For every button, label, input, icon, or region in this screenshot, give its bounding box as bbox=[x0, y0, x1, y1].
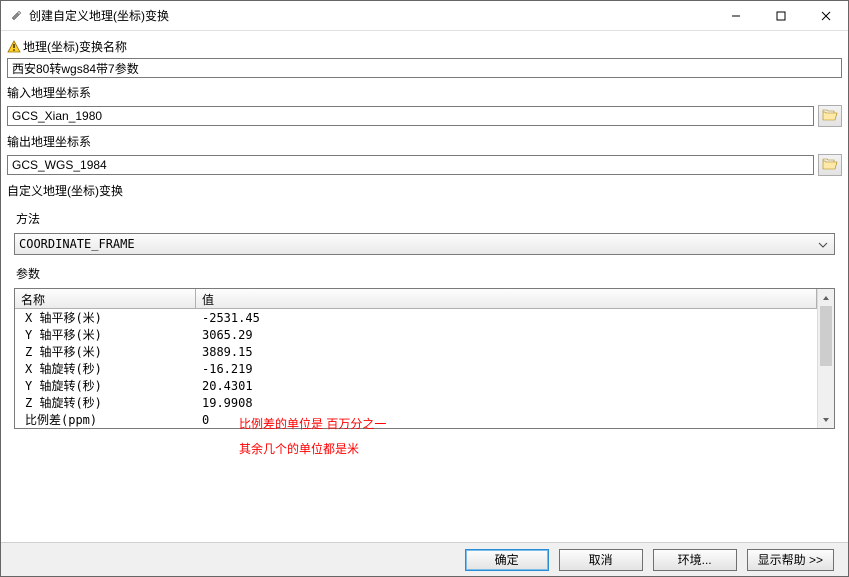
method-label: 方法 bbox=[16, 212, 40, 226]
show-help-button[interactable]: 显示帮助 >> bbox=[747, 549, 834, 571]
window-controls bbox=[713, 1, 848, 30]
name-label-row: 地理(坐标)变换名称 bbox=[7, 36, 842, 56]
params-label: 参数 bbox=[16, 267, 40, 281]
param-value-cell[interactable]: 3889.15 bbox=[196, 345, 817, 359]
minimize-button[interactable] bbox=[713, 1, 758, 30]
param-value-cell[interactable]: -2531.45 bbox=[196, 311, 817, 325]
titlebar: 创建自定义地理(坐标)变换 bbox=[1, 1, 848, 31]
cancel-button[interactable]: 取消 bbox=[559, 549, 643, 571]
chevron-down-icon bbox=[818, 237, 828, 251]
method-value: COORDINATE_FRAME bbox=[19, 237, 135, 251]
scroll-track[interactable] bbox=[818, 306, 834, 411]
col-value-header[interactable]: 值 bbox=[196, 289, 817, 309]
vertical-scrollbar[interactable] bbox=[817, 289, 834, 428]
param-name-cell: Z 轴平移(米) bbox=[15, 343, 196, 360]
button-bar: 确定 取消 环境... 显示帮助 >> bbox=[1, 542, 848, 576]
output-cs-browse-button[interactable] bbox=[818, 154, 842, 176]
params-header: 名称 值 bbox=[15, 289, 817, 309]
transform-name-input[interactable] bbox=[7, 58, 842, 78]
transform-name-label: 地理(坐标)变换名称 bbox=[23, 38, 127, 55]
table-row[interactable]: X 轴平移(米)-2531.45 bbox=[15, 309, 817, 326]
method-select[interactable]: COORDINATE_FRAME bbox=[14, 233, 835, 255]
folder-icon bbox=[822, 157, 838, 174]
close-button[interactable] bbox=[803, 1, 848, 30]
maximize-button[interactable] bbox=[758, 1, 803, 30]
custom-transform-label: 自定义地理(坐标)变换 bbox=[7, 184, 123, 198]
dialog-window: 创建自定义地理(坐标)变换 地理(坐标)变换名称 输入地理坐标系 bbox=[0, 0, 849, 577]
scroll-up-button[interactable] bbox=[818, 289, 834, 306]
table-row[interactable]: Z 轴平移(米)3889.15 bbox=[15, 343, 817, 360]
param-value-cell[interactable]: -16.219 bbox=[196, 362, 817, 376]
param-name-cell: 比例差(ppm) bbox=[15, 411, 196, 428]
table-row[interactable]: Y 轴平移(米)3065.29 bbox=[15, 326, 817, 343]
warning-icon bbox=[7, 40, 21, 54]
col-name-header[interactable]: 名称 bbox=[15, 289, 196, 309]
input-cs-browse-button[interactable] bbox=[818, 105, 842, 127]
input-cs-input[interactable] bbox=[7, 106, 814, 126]
scroll-thumb[interactable] bbox=[820, 306, 832, 366]
param-value-cell[interactable]: 19.9908 bbox=[196, 396, 817, 410]
scroll-down-button[interactable] bbox=[818, 411, 834, 428]
param-value-cell[interactable]: 20.4301 bbox=[196, 379, 817, 393]
note-line-2: 其余几个的单位都是米 bbox=[233, 442, 359, 456]
param-value-cell[interactable]: 0 bbox=[196, 413, 817, 427]
output-cs-input[interactable] bbox=[7, 155, 814, 175]
environment-button[interactable]: 环境... bbox=[653, 549, 737, 571]
table-row[interactable]: Z 轴旋转(秒)19.9908 bbox=[15, 394, 817, 411]
param-name-cell: Y 轴旋转(秒) bbox=[15, 377, 196, 394]
content-area: 地理(坐标)变换名称 输入地理坐标系 输出地理坐标系 自定义地理(坐标)变换 bbox=[1, 31, 848, 542]
params-body: X 轴平移(米)-2531.45Y 轴平移(米)3065.29Z 轴平移(米)3… bbox=[15, 309, 817, 428]
window-title: 创建自定义地理(坐标)变换 bbox=[29, 7, 713, 24]
param-name-cell: Z 轴旋转(秒) bbox=[15, 394, 196, 411]
param-name-cell: X 轴平移(米) bbox=[15, 309, 196, 326]
folder-icon bbox=[822, 108, 838, 125]
hammer-icon bbox=[9, 9, 23, 23]
output-cs-label: 输出地理坐标系 bbox=[7, 135, 91, 149]
param-name-cell: Y 轴平移(米) bbox=[15, 326, 196, 343]
param-name-cell: X 轴旋转(秒) bbox=[15, 360, 196, 377]
param-value-cell[interactable]: 3065.29 bbox=[196, 328, 817, 342]
table-row[interactable]: 比例差(ppm)0 bbox=[15, 411, 817, 428]
custom-transform-panel: 方法 COORDINATE_FRAME 参数 名称 值 X 轴平移(米)-253… bbox=[7, 203, 842, 462]
params-table: 名称 值 X 轴平移(米)-2531.45Y 轴平移(米)3065.29Z 轴平… bbox=[14, 288, 835, 429]
table-row[interactable]: Y 轴旋转(秒)20.4301 bbox=[15, 377, 817, 394]
ok-button[interactable]: 确定 bbox=[465, 549, 549, 571]
input-cs-label: 输入地理坐标系 bbox=[7, 86, 91, 100]
table-row[interactable]: X 轴旋转(秒)-16.219 bbox=[15, 360, 817, 377]
